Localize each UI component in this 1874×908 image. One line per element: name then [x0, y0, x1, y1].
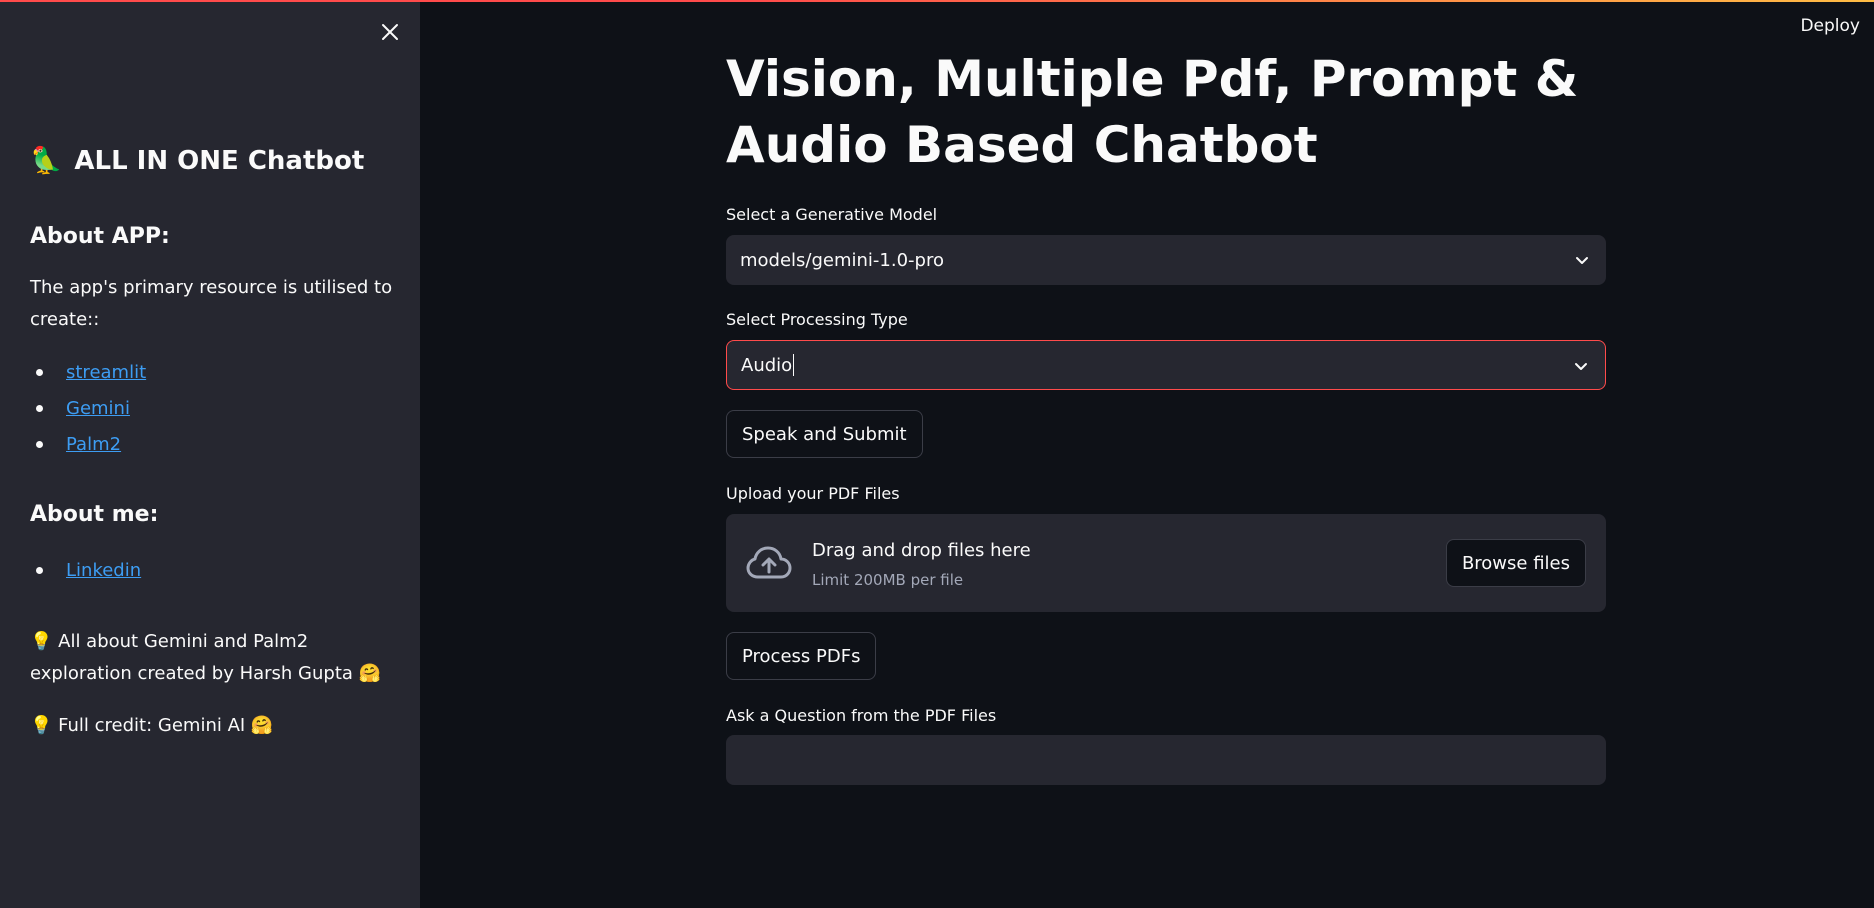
process-pdfs-button[interactable]: Process PDFs: [726, 632, 877, 680]
close-sidebar-button[interactable]: [376, 18, 404, 46]
processing-select-value: Audio: [741, 354, 793, 376]
bullet-icon: [36, 404, 43, 412]
about-me-links-list: Linkedin: [30, 552, 141, 588]
speak-and-submit-button[interactable]: Speak and Submit: [726, 410, 923, 458]
link-linkedin[interactable]: Linkedin: [66, 560, 141, 581]
upload-label: Upload your PDF Files: [726, 484, 900, 503]
list-item: Gemini: [30, 390, 146, 426]
drag-drop-text: Drag and drop files here: [812, 540, 1031, 561]
bullet-icon: [36, 566, 43, 574]
upload-limit-text: Limit 200MB per file: [812, 571, 964, 589]
list-item: Linkedin: [30, 552, 141, 588]
model-select-label: Select a Generative Model: [726, 205, 938, 224]
sidebar-title: 🦜 ALL IN ONE Chatbot: [30, 146, 364, 176]
cloud-upload-icon: [746, 546, 792, 579]
list-item: Palm2: [30, 426, 146, 462]
about-me-heading: About me:: [30, 502, 159, 527]
processing-select-label: Select Processing Type: [726, 310, 908, 329]
link-palm2[interactable]: Palm2: [66, 434, 121, 455]
resource-links-list: streamlit Gemini Palm2: [30, 354, 146, 462]
deploy-button[interactable]: Deploy: [1800, 16, 1860, 36]
list-item: streamlit: [30, 354, 146, 390]
question-input[interactable]: [726, 735, 1606, 785]
sidebar-title-text: ALL IN ONE Chatbot: [74, 146, 365, 176]
parrot-icon: 🦜: [30, 146, 63, 176]
chevron-down-icon: [1576, 257, 1588, 264]
question-label: Ask a Question from the PDF Files: [726, 706, 997, 725]
model-select-value: models/gemini-1.0-pro: [740, 249, 944, 271]
processing-type-select[interactable]: Audio: [726, 340, 1606, 390]
sidebar: 🦜 ALL IN ONE Chatbot About APP: The app'…: [0, 0, 420, 908]
page-title: Vision, Multiple Pdf, Prompt & Audio Bas…: [726, 50, 1579, 174]
pdf-file-uploader[interactable]: Drag and drop files here Limit 200MB per…: [726, 514, 1606, 612]
about-app-text: The app's primary resource is utilised t…: [30, 277, 393, 330]
note-full-credit: 💡 Full credit: Gemini AI 🤗: [30, 715, 274, 736]
top-decoration-bar: [0, 0, 1874, 2]
bullet-icon: [36, 368, 43, 376]
chevron-down-icon: [1575, 363, 1587, 370]
bullet-icon: [36, 440, 43, 448]
close-icon: [382, 24, 398, 40]
link-streamlit[interactable]: streamlit: [66, 362, 146, 383]
browse-files-button[interactable]: Browse files: [1445, 539, 1586, 587]
about-app-heading: About APP:: [30, 224, 170, 249]
link-gemini[interactable]: Gemini: [66, 398, 130, 419]
note-credits: 💡 All about Gemini and Palm2 exploration…: [30, 631, 382, 684]
text-cursor: [793, 354, 795, 376]
model-select[interactable]: models/gemini-1.0-pro: [726, 235, 1606, 285]
